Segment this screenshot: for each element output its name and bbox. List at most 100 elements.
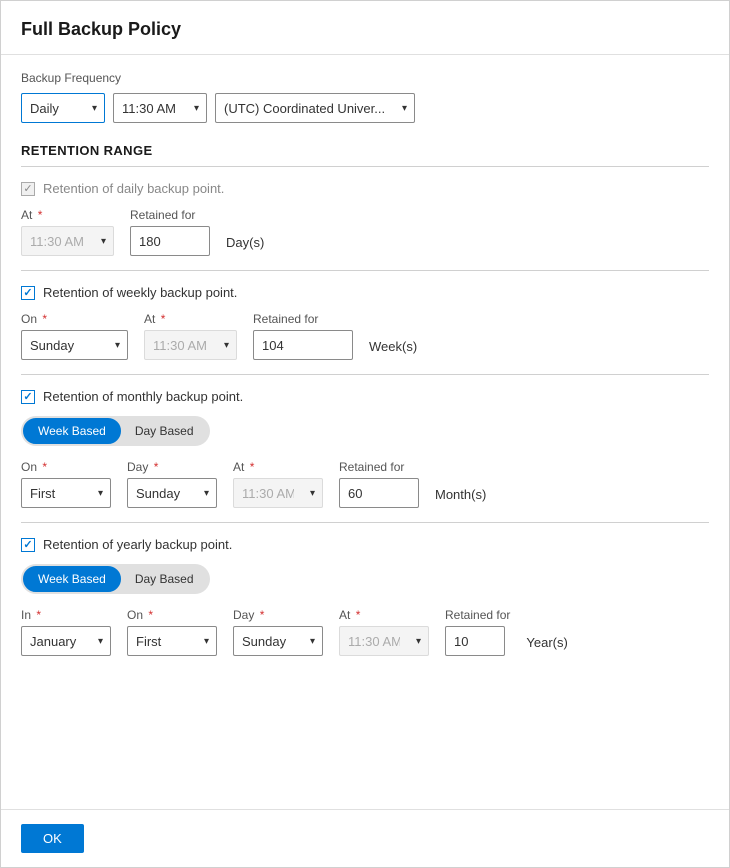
yearly-day-select[interactable]: Sunday Monday Tuesday Wednesday Thursday…	[233, 626, 323, 656]
footer: OK	[1, 809, 729, 867]
monthly-day-star: *	[154, 460, 159, 474]
monthly-retention-section: Retention of monthly backup point. Week …	[21, 375, 709, 523]
monthly-retained-input[interactable]	[339, 478, 419, 508]
yearly-on-select-wrapper: First Second Third Fourth Last ▾	[127, 626, 217, 656]
monthly-on-select[interactable]: First Second Third Fourth Last	[21, 478, 111, 508]
weekly-retained-label: Retained for	[253, 312, 353, 326]
monthly-checkbox-row: Retention of monthly backup point.	[21, 389, 709, 404]
weekly-checkbox[interactable]	[21, 286, 35, 300]
yearly-retention-section: Retention of yearly backup point. Week B…	[21, 523, 709, 670]
daily-at-label: At *	[21, 208, 114, 222]
yearly-fields-row: In * January February March April May Ju…	[21, 608, 709, 656]
ok-button[interactable]: OK	[21, 824, 84, 853]
weekly-checkbox-row: Retention of weekly backup point.	[21, 285, 709, 300]
monthly-at-label: At *	[233, 460, 323, 474]
monthly-at-select-wrapper: 11:30 AM ▾	[233, 478, 323, 508]
yearly-retention-label: Retention of yearly backup point.	[43, 537, 232, 552]
yearly-unit: Year(s)	[526, 635, 567, 656]
monthly-day-group: Day * Sunday Monday Tuesday Wednesday Th…	[127, 460, 217, 508]
yearly-toggle-container: Week Based Day Based	[21, 564, 210, 594]
weekly-at-group: At * 11:30 AM ▾	[144, 312, 237, 360]
page-container: Full Backup Policy Backup Frequency Dail…	[0, 0, 730, 868]
weekly-retention-label: Retention of weekly backup point.	[43, 285, 237, 300]
weekly-retained-input[interactable]	[253, 330, 353, 360]
yearly-day-label: Day *	[233, 608, 323, 622]
yearly-in-star: *	[36, 608, 41, 622]
daily-retained-group: Retained for	[130, 208, 210, 256]
monthly-checkbox[interactable]	[21, 390, 35, 404]
monthly-toggle-container: Week Based Day Based	[21, 416, 210, 446]
frequency-select[interactable]: Daily Weekly Monthly	[21, 93, 105, 123]
time-select-wrapper: 11:30 AM 12:00 AM ▾	[113, 93, 207, 123]
yearly-on-star: *	[148, 608, 153, 622]
weekly-retention-section: Retention of weekly backup point. On * S…	[21, 271, 709, 375]
monthly-on-star: *	[42, 460, 47, 474]
yearly-retained-label: Retained for	[445, 608, 510, 622]
page-title: Full Backup Policy	[1, 1, 729, 55]
daily-at-select-wrapper: 11:30 AM ▾	[21, 226, 114, 256]
content-area: Backup Frequency Daily Weekly Monthly ▾ …	[1, 55, 729, 809]
frequency-row: Daily Weekly Monthly ▾ 11:30 AM 12:00 AM…	[21, 93, 709, 123]
yearly-in-select[interactable]: January February March April May June Ju…	[21, 626, 111, 656]
yearly-at-label: At *	[339, 608, 429, 622]
monthly-day-based-btn[interactable]: Day Based	[121, 418, 208, 444]
daily-fields-row: At * 11:30 AM ▾ Retained for Day(s)	[21, 208, 709, 256]
yearly-retained-input[interactable]	[445, 626, 505, 656]
monthly-at-group: At * 11:30 AM ▾	[233, 460, 323, 508]
monthly-retained-group: Retained for	[339, 460, 419, 508]
yearly-at-select: 11:30 AM	[339, 626, 429, 656]
weekly-on-select-wrapper: Sunday Monday Tuesday Wednesday Thursday…	[21, 330, 128, 360]
yearly-day-based-btn[interactable]: Day Based	[121, 566, 208, 592]
frequency-select-wrapper: Daily Weekly Monthly ▾	[21, 93, 105, 123]
monthly-unit: Month(s)	[435, 487, 486, 508]
yearly-day-star: *	[260, 608, 265, 622]
monthly-on-group: On * First Second Third Fourth Last ▾	[21, 460, 111, 508]
timezone-select-wrapper: (UTC) Coordinated Univer... ▾	[215, 93, 415, 123]
yearly-at-select-wrapper: 11:30 AM ▾	[339, 626, 429, 656]
monthly-at-select: 11:30 AM	[233, 478, 323, 508]
yearly-week-based-btn[interactable]: Week Based	[23, 566, 121, 592]
yearly-in-select-wrapper: January February March April May June Ju…	[21, 626, 111, 656]
weekly-fields-row: On * Sunday Monday Tuesday Wednesday Thu…	[21, 312, 709, 360]
weekly-on-star: *	[42, 312, 47, 326]
daily-retained-input[interactable]	[130, 226, 210, 256]
daily-retention-section: Retention of daily backup point. At * 11…	[21, 167, 709, 271]
monthly-retention-label: Retention of monthly backup point.	[43, 389, 243, 404]
monthly-week-based-btn[interactable]: Week Based	[23, 418, 121, 444]
yearly-day-group: Day * Sunday Monday Tuesday Wednesday Th…	[233, 608, 323, 656]
yearly-at-group: At * 11:30 AM ▾	[339, 608, 429, 656]
weekly-on-group: On * Sunday Monday Tuesday Wednesday Thu…	[21, 312, 128, 360]
daily-retention-label: Retention of daily backup point.	[43, 181, 224, 196]
timezone-select[interactable]: (UTC) Coordinated Univer...	[215, 93, 415, 123]
weekly-at-star: *	[161, 312, 166, 326]
retention-heading: RETENTION RANGE	[21, 143, 709, 167]
yearly-retained-group: Retained for	[445, 608, 510, 656]
backup-frequency-label: Backup Frequency	[21, 71, 709, 85]
weekly-at-select: 11:30 AM	[144, 330, 237, 360]
yearly-on-label: On *	[127, 608, 217, 622]
monthly-on-select-wrapper: First Second Third Fourth Last ▾	[21, 478, 111, 508]
yearly-on-group: On * First Second Third Fourth Last ▾	[127, 608, 217, 656]
weekly-unit: Week(s)	[369, 339, 417, 360]
monthly-retained-label: Retained for	[339, 460, 419, 474]
yearly-day-select-wrapper: Sunday Monday Tuesday Wednesday Thursday…	[233, 626, 323, 656]
weekly-on-select[interactable]: Sunday Monday Tuesday Wednesday Thursday…	[21, 330, 128, 360]
yearly-at-star: *	[356, 608, 361, 622]
yearly-checkbox-row: Retention of yearly backup point.	[21, 537, 709, 552]
monthly-day-select[interactable]: Sunday Monday Tuesday Wednesday Thursday…	[127, 478, 217, 508]
daily-checkbox[interactable]	[21, 182, 35, 196]
time-select[interactable]: 11:30 AM 12:00 AM	[113, 93, 207, 123]
daily-retained-label: Retained for	[130, 208, 210, 222]
weekly-retained-group: Retained for	[253, 312, 353, 360]
monthly-fields-row: On * First Second Third Fourth Last ▾	[21, 460, 709, 508]
daily-at-star: *	[38, 208, 43, 222]
monthly-at-star: *	[250, 460, 255, 474]
yearly-on-select[interactable]: First Second Third Fourth Last	[127, 626, 217, 656]
weekly-on-label: On *	[21, 312, 128, 326]
yearly-in-group: In * January February March April May Ju…	[21, 608, 111, 656]
yearly-checkbox[interactable]	[21, 538, 35, 552]
monthly-day-select-wrapper: Sunday Monday Tuesday Wednesday Thursday…	[127, 478, 217, 508]
monthly-on-label: On *	[21, 460, 111, 474]
daily-at-group: At * 11:30 AM ▾	[21, 208, 114, 256]
weekly-at-select-wrapper: 11:30 AM ▾	[144, 330, 237, 360]
